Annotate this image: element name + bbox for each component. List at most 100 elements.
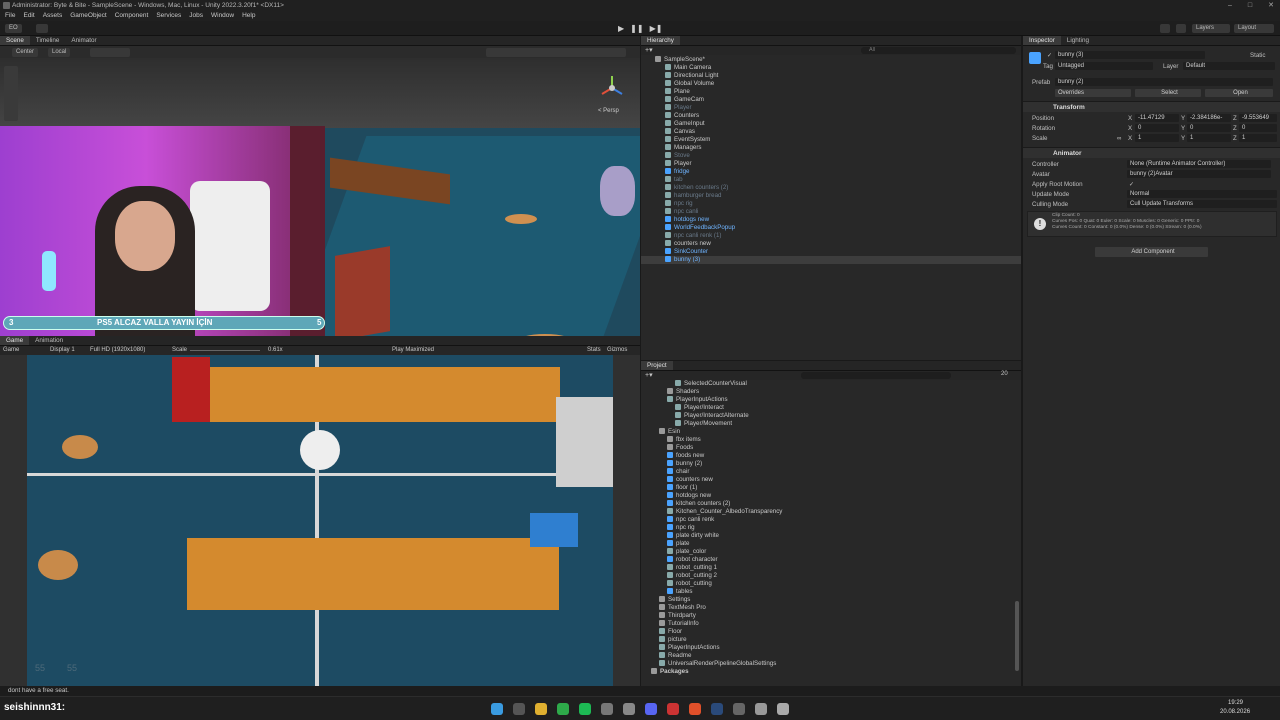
project-item[interactable]: robot_cutting 2	[641, 572, 1021, 580]
tag-dropdown[interactable]: Untagged	[1055, 62, 1153, 70]
scale-y-field[interactable]: 1	[1187, 134, 1231, 142]
menu-item-window[interactable]: Window	[211, 11, 234, 21]
space-dropdown[interactable]: Local	[48, 48, 71, 57]
project-item[interactable]: Settings	[641, 596, 1021, 604]
hierarchy-item[interactable]: Stove	[641, 152, 1021, 160]
project-item[interactable]: Floor	[641, 628, 1021, 636]
clock-date[interactable]: 20.08.2026	[1220, 709, 1250, 715]
menu-item-help[interactable]: Help	[242, 11, 255, 21]
link-icon[interactable]: ∞	[1117, 135, 1121, 142]
project-item[interactable]: floor (1)	[641, 484, 1021, 492]
project-item[interactable]: npc rig	[641, 524, 1021, 532]
hierarchy-item[interactable]: counters new	[641, 240, 1021, 248]
root-motion-checkbox[interactable]: ✓	[1129, 181, 1134, 188]
rotation-y-field[interactable]: 0	[1187, 124, 1231, 132]
open-button[interactable]: Open	[1205, 89, 1273, 97]
project-item[interactable]: hotdogs new	[641, 492, 1021, 500]
project-item[interactable]: robot_cutting 1	[641, 564, 1021, 572]
project-item[interactable]: counters new	[641, 476, 1021, 484]
controller-field[interactable]: None (Runtime Animator Controller)	[1127, 160, 1271, 168]
search-icon[interactable]	[1176, 24, 1186, 33]
scale-z-field[interactable]: 1	[1239, 134, 1277, 142]
hierarchy-item[interactable]: fridge	[641, 168, 1021, 176]
menu-item-component[interactable]: Component	[115, 11, 149, 21]
app-icon[interactable]	[667, 703, 679, 715]
position-z-field[interactable]: -9.553649	[1239, 114, 1277, 122]
project-item[interactable]: Readme	[641, 652, 1021, 660]
position-x-field[interactable]: -11.47129	[1135, 114, 1179, 122]
display-dropdown[interactable]: Display 1	[50, 346, 75, 355]
menu-item-assets[interactable]: Assets	[43, 11, 63, 21]
update-mode-dropdown[interactable]: Normal	[1127, 190, 1277, 198]
hierarchy-item[interactable]: bunny (3)	[641, 256, 1021, 264]
project-item[interactable]: chair	[641, 468, 1021, 476]
hierarchy-item[interactable]: Player	[641, 104, 1021, 112]
scene-gizmo[interactable]	[598, 74, 626, 102]
hierarchy-item[interactable]: Plane	[641, 88, 1021, 96]
add-icon[interactable]: +▾	[645, 46, 653, 54]
tab-animation[interactable]: Animation	[29, 336, 69, 345]
hierarchy-item[interactable]: Canvas	[641, 128, 1021, 136]
hierarchy-item[interactable]: npc canli renk (1)	[641, 232, 1021, 240]
project-item[interactable]: Esin	[641, 428, 1021, 436]
minimize-icon[interactable]: –	[1228, 0, 1232, 11]
maximize-icon[interactable]: □	[1248, 0, 1252, 11]
hierarchy-item[interactable]: GameCam	[641, 96, 1021, 104]
hierarchy-item[interactable]: npc canli	[641, 208, 1021, 216]
project-item[interactable]: UniversalRenderPipelineGlobalSettings	[641, 660, 1021, 668]
scale-x-field[interactable]: 1	[1135, 134, 1179, 142]
tab-project[interactable]: Project	[641, 361, 673, 370]
project-item[interactable]: npc canli renk	[641, 516, 1021, 524]
project-item[interactable]: fbx items	[641, 436, 1021, 444]
game-mode-dropdown[interactable]: Game	[3, 346, 19, 355]
project-item[interactable]: PlayerInputActions	[641, 644, 1021, 652]
active-checkbox[interactable]: ✓	[1047, 52, 1052, 59]
project-item[interactable]: picture	[641, 636, 1021, 644]
project-item[interactable]: robot character	[641, 556, 1021, 564]
add-icon[interactable]: +▾	[645, 371, 653, 379]
tab-timeline[interactable]: Timeline	[30, 36, 66, 45]
pivot-dropdown[interactable]: Center	[12, 48, 39, 57]
project-item[interactable]: Thirdparty	[641, 612, 1021, 620]
rotation-x-field[interactable]: 0	[1135, 124, 1179, 132]
hierarchy-item[interactable]: SampleScene*	[641, 56, 1021, 64]
discord-icon[interactable]	[645, 703, 657, 715]
project-item[interactable]: tables	[641, 588, 1021, 596]
culling-mode-dropdown[interactable]: Cull Update Transforms	[1127, 200, 1277, 208]
project-item[interactable]: SelectedCounterVisual	[641, 380, 1021, 388]
tool-palette[interactable]	[4, 66, 18, 121]
project-item[interactable]: plate_color	[641, 548, 1021, 556]
project-item[interactable]: Kitchen_Counter_AlbedoTransparency	[641, 508, 1021, 516]
add-component-button[interactable]: Add Component	[1095, 247, 1208, 257]
app-icon[interactable]	[601, 703, 613, 715]
history-icon[interactable]	[1160, 24, 1170, 33]
object-name-field[interactable]: bunny (3)	[1055, 51, 1205, 59]
persp-label[interactable]: < Persp	[598, 108, 619, 114]
hierarchy-item[interactable]: Managers	[641, 144, 1021, 152]
gizmos-button[interactable]: Gizmos	[607, 346, 627, 355]
position-y-field[interactable]: -2.384186e-	[1187, 114, 1231, 122]
hierarchy-item[interactable]: npc rig	[641, 200, 1021, 208]
project-item[interactable]: TutorialInfo	[641, 620, 1021, 628]
prefab-field[interactable]: bunny (2)	[1055, 78, 1273, 86]
project-item[interactable]: foods new	[641, 452, 1021, 460]
layers-dropdown[interactable]: Layers	[1192, 24, 1230, 33]
search-icon[interactable]	[513, 703, 525, 715]
hierarchy-item[interactable]: tab	[641, 176, 1021, 184]
close-icon[interactable]: ✕	[1268, 0, 1274, 11]
steam-icon[interactable]	[711, 703, 723, 715]
grid-snap-button[interactable]	[90, 48, 130, 57]
app-icon[interactable]	[733, 703, 745, 715]
cloud-icon[interactable]	[36, 24, 48, 33]
chrome-icon[interactable]	[557, 703, 569, 715]
project-scrollbar[interactable]	[1015, 601, 1019, 671]
scale-slider[interactable]	[190, 350, 260, 351]
tab-game[interactable]: Game	[0, 336, 30, 345]
resolution-dropdown[interactable]: Full HD (1920x1080)	[90, 346, 145, 355]
play-icon[interactable]: ▶	[618, 24, 624, 33]
hierarchy-item[interactable]: WorldFeedbackPopup	[641, 224, 1021, 232]
hierarchy-item[interactable]: kitchen counters (2)	[641, 184, 1021, 192]
game-view[interactable]: 55 55	[0, 355, 640, 686]
menu-item-file[interactable]: File	[5, 11, 15, 21]
unity-icon[interactable]	[777, 703, 789, 715]
